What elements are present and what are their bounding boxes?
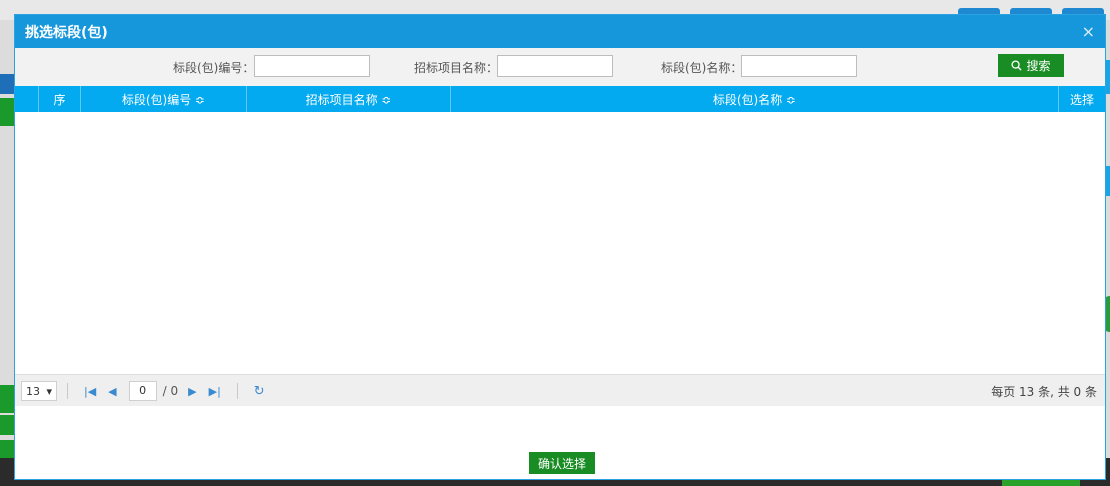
grid-header: 序 标段(包)编号 ≎ 招标项目名称 ≎ 标段(包)名称 ≎ 选择 xyxy=(15,86,1105,112)
first-page-icon[interactable]: |◀ xyxy=(84,385,96,398)
total-pages: / 0 xyxy=(162,384,179,398)
project-name-label: 招标项目名称： xyxy=(414,61,499,75)
column-index: 序 xyxy=(39,86,81,112)
refresh-icon[interactable]: ↻ xyxy=(254,384,265,399)
dialog-title: 挑选标段(包) xyxy=(25,24,108,41)
section-name-label: 标段(包)名称： xyxy=(661,61,743,75)
background-left-bar xyxy=(0,98,14,126)
chevron-down-icon: ▾ xyxy=(46,384,52,398)
search-button-label: 搜索 xyxy=(1026,59,1051,73)
section-name-input[interactable] xyxy=(741,55,857,77)
dialog-header: 挑选标段(包) × xyxy=(15,15,1105,48)
search-button[interactable]: 搜索 xyxy=(998,54,1064,77)
pagination-info: 每页 13 条, 共 0 条 xyxy=(991,384,1097,399)
column-project-name[interactable]: 招标项目名称 ≎ xyxy=(247,86,451,112)
column-section-code[interactable]: 标段(包)编号 ≎ xyxy=(81,86,247,112)
search-bar: 标段(包)编号： 招标项目名称： 标段(包)名称： 搜索 xyxy=(15,48,1105,87)
prev-page-icon[interactable]: ◀ xyxy=(108,385,116,398)
grid-body xyxy=(15,112,1105,374)
background-left-bar xyxy=(0,385,14,413)
divider xyxy=(236,383,238,399)
page-size-select[interactable]: 13 ▾ xyxy=(21,381,57,401)
grid-header-spacer xyxy=(15,86,39,112)
divider xyxy=(67,383,68,399)
confirm-select-button[interactable]: 确认选择 xyxy=(529,452,595,474)
column-section-name[interactable]: 标段(包)名称 ≎ xyxy=(451,86,1059,112)
pagination-bar: 13 ▾ |◀ ◀ 0 / 0 ▶ ▶| ↻ 每页 13 条, 共 0 条 xyxy=(15,374,1105,407)
project-name-input[interactable] xyxy=(497,55,613,77)
search-icon xyxy=(1011,60,1023,71)
next-page-icon[interactable]: ▶ xyxy=(188,385,196,398)
last-page-icon[interactable]: ▶| xyxy=(209,385,221,398)
section-code-label: 标段(包)编号： xyxy=(173,61,255,75)
section-code-input[interactable] xyxy=(254,55,370,77)
background-right-bar xyxy=(1106,60,1110,94)
page-size-value: 13 xyxy=(26,384,40,398)
select-section-dialog: 挑选标段(包) × 标段(包)编号： 招标项目名称： 标段(包)名称： 搜索 序… xyxy=(14,14,1106,480)
close-icon[interactable]: × xyxy=(1082,22,1095,41)
column-select: 选择 xyxy=(1069,92,1094,107)
dialog-footer: 确认选择 xyxy=(15,406,1105,479)
background-left-bar xyxy=(0,74,14,94)
background-left-bar xyxy=(0,415,14,435)
current-page-input[interactable]: 0 xyxy=(128,381,157,401)
background-right-bar xyxy=(1106,166,1110,196)
